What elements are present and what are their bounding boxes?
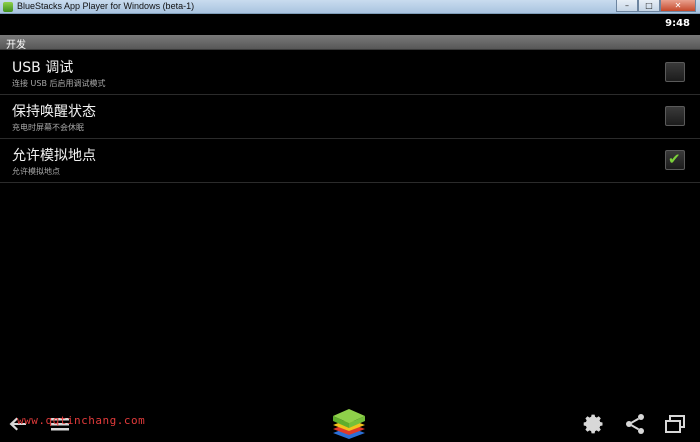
status-clock: 9:48 xyxy=(665,18,690,29)
setting-row-mock-locations[interactable]: 允许模拟地点 允许模拟地点 ✔ xyxy=(0,139,700,183)
window-title: BlueStacks App Player for Windows (beta-… xyxy=(17,1,195,11)
setting-summary: 允许模拟地点 xyxy=(12,167,60,176)
section-title: 开发 xyxy=(6,40,26,51)
setting-title: USB 调试 xyxy=(12,60,74,76)
window-title-bar: BlueStacks App Player for Windows (beta-… xyxy=(0,0,700,14)
section-header: 开发 xyxy=(0,35,700,51)
mock-locations-checkbox[interactable]: ✔ xyxy=(665,150,685,170)
usb-debugging-checkbox[interactable]: ✔ xyxy=(665,62,685,82)
watermark-text: www.qqtinchang.com xyxy=(17,414,146,427)
setting-summary: 连接 USB 后启用调试模式 xyxy=(12,79,106,88)
maximize-button[interactable]: □ xyxy=(638,0,660,12)
setting-title: 保持唤醒状态 xyxy=(12,104,96,120)
share-icon[interactable] xyxy=(623,412,647,436)
window-toggle-icon[interactable] xyxy=(663,412,687,436)
minimize-button[interactable]: – xyxy=(616,0,638,12)
window-controls: – □ ✕ xyxy=(616,0,696,13)
settings-list: USB 调试 连接 USB 后启用调试模式 ✔ 保持唤醒状态 充电时屏幕不会休眠… xyxy=(0,51,700,183)
bluestacks-logo-icon[interactable] xyxy=(331,407,367,441)
bluestacks-app-icon xyxy=(3,2,13,12)
setting-summary: 充电时屏幕不会休眠 xyxy=(12,123,84,132)
checkmark-icon: ✔ xyxy=(668,150,681,168)
close-button[interactable]: ✕ xyxy=(660,0,696,12)
setting-title: 允许模拟地点 xyxy=(12,148,96,164)
android-status-bar: 9:48 xyxy=(0,15,700,34)
stay-awake-checkbox[interactable]: ✔ xyxy=(665,106,685,126)
setting-row-usb-debugging[interactable]: USB 调试 连接 USB 后启用调试模式 ✔ xyxy=(0,51,700,95)
settings-gear-icon[interactable] xyxy=(582,412,606,436)
setting-row-stay-awake[interactable]: 保持唤醒状态 充电时屏幕不会休眠 ✔ xyxy=(0,95,700,139)
